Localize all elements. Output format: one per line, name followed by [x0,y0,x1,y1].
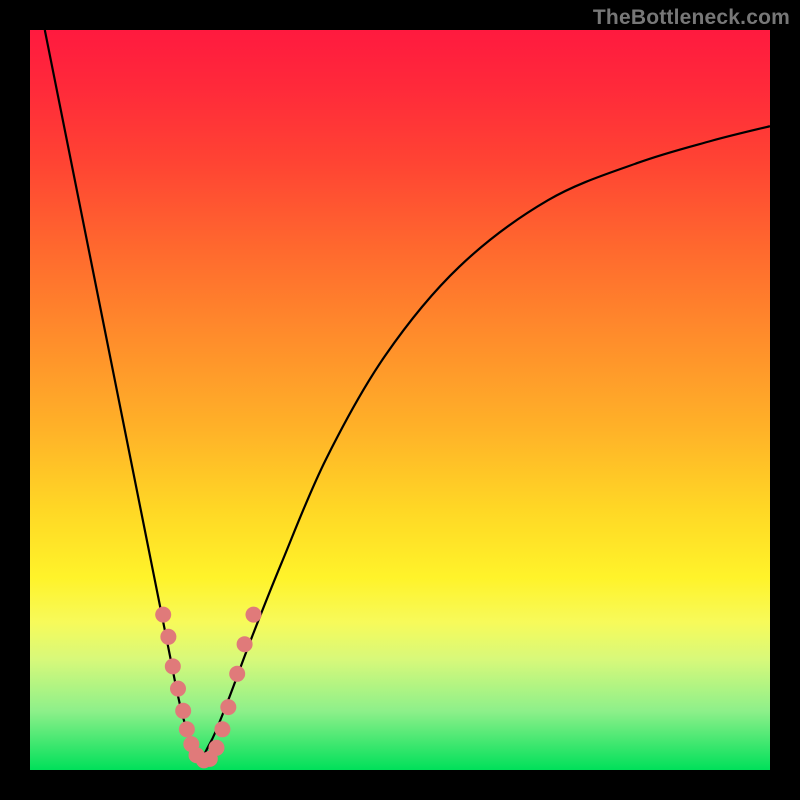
highlight-dot [160,629,176,645]
highlight-dot [229,666,245,682]
outer-frame: TheBottleneck.com [0,0,800,800]
chart-svg [30,30,770,770]
highlight-dot [179,721,195,737]
highlight-dot [220,699,236,715]
curve-right-branch [200,126,770,762]
curve-left-branch [45,30,200,763]
highlight-dot [165,658,181,674]
highlight-dot [170,681,186,697]
highlight-dot [237,636,253,652]
curve-group [45,30,770,763]
highlight-dot [155,607,171,623]
highlight-dot [175,703,191,719]
plot-area [30,30,770,770]
highlight-dot [245,607,261,623]
highlight-dot [208,740,224,756]
watermark-label: TheBottleneck.com [593,6,790,30]
highlight-dot [214,721,230,737]
